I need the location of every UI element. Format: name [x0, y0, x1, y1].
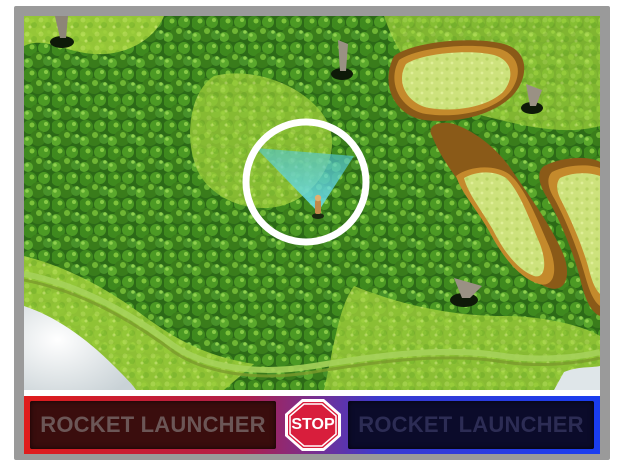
control-bar: ROCKET LAUNCHER STOP ROCKET LAUNCHER	[24, 396, 600, 454]
right-rocket-launcher-button[interactable]: ROCKET LAUNCHER	[348, 401, 594, 449]
battle-map[interactable]	[24, 16, 600, 390]
left-rocket-launcher-button[interactable]: ROCKET LAUNCHER	[30, 401, 276, 449]
stop-label: STOP	[291, 416, 335, 433]
game-frame: ROCKET LAUNCHER STOP ROCKET LAUNCHER	[14, 6, 610, 460]
stop-button[interactable]: STOP	[282, 398, 344, 452]
